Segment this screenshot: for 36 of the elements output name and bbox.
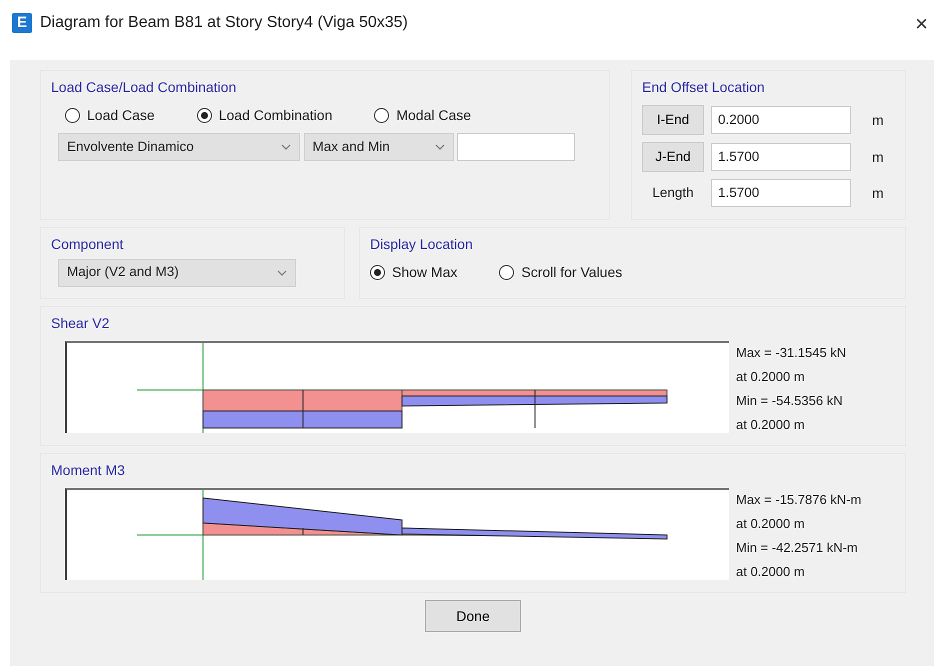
group-title: Shear V2	[51, 314, 110, 333]
group-title: Component	[51, 235, 124, 254]
offset-button[interactable]: I-End	[642, 105, 704, 135]
text-field[interactable]	[457, 133, 575, 161]
dropdown[interactable]: Major (V2 and M3)	[58, 258, 296, 286]
readout-text: Min = -42.2571 kN-m	[736, 539, 859, 557]
field-label: Length	[651, 184, 695, 202]
radio-option[interactable]: Scroll for Values	[499, 262, 622, 283]
radio-option[interactable]: Show Max	[370, 262, 458, 283]
readout-text: at 0.2000 m	[736, 563, 806, 581]
done-button[interactable]: Done	[425, 600, 521, 632]
readout-text: at 0.2000 m	[736, 416, 806, 434]
group-title: Display Location	[370, 235, 474, 254]
close-button[interactable]: ×	[911, 6, 932, 40]
app-logo-icon: E	[12, 13, 32, 33]
group-title: End Offset Location	[642, 78, 766, 97]
input-field[interactable]: 0.2000	[711, 106, 851, 134]
unit-label: m	[872, 184, 884, 202]
readout-text: Max = -31.1545 kN	[736, 344, 846, 362]
group-title: Moment M3	[51, 461, 126, 480]
radio-option[interactable]: Load Combination	[196, 105, 332, 126]
readout-text: at 0.2000 m	[736, 515, 806, 533]
radio-option[interactable]: Modal Case	[374, 105, 472, 126]
input-field[interactable]: 1.5700	[711, 143, 851, 171]
readout-text: at 0.2000 m	[736, 368, 806, 386]
radio-option[interactable]: Load Case	[65, 105, 155, 126]
dropdown[interactable]: Max and Min	[304, 133, 454, 161]
readout-text: Max = -15.7876 kN-m	[736, 491, 862, 509]
unit-label: m	[872, 110, 884, 130]
window-title: Diagram for Beam B81 at Story Story4 (Viga 50x35)	[40, 13, 408, 33]
group-title: Load Case/Load Combination	[51, 78, 238, 97]
unit-label: m	[872, 148, 884, 166]
input-field[interactable]: 1.5700	[711, 179, 851, 207]
offset-button[interactable]: J-End	[642, 142, 704, 172]
readout-text: Min = -54.5356 kN	[736, 392, 844, 410]
dropdown[interactable]: Envolvente Dinamico	[58, 133, 300, 161]
